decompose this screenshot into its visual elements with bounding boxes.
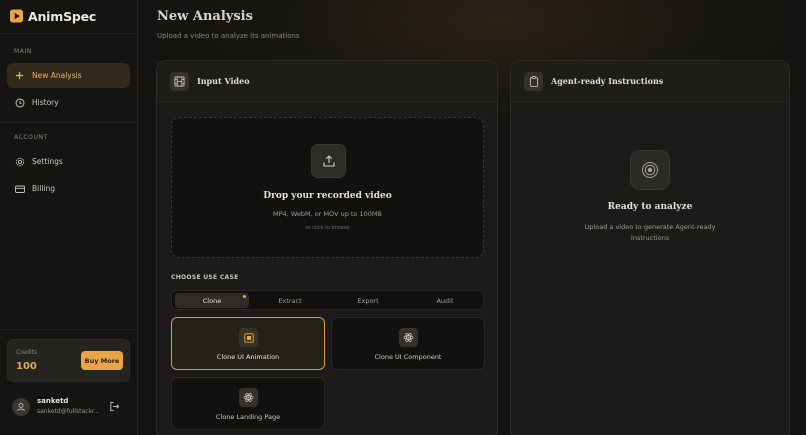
panel-header: Agent-ready Instructions xyxy=(511,61,789,102)
page-subtitle: Upload a video to analyze its animations xyxy=(157,32,300,40)
video-dropzone[interactable]: Drop your recorded video MP4, WebM, or M… xyxy=(171,117,484,258)
sidebar-item-billing[interactable]: Billing xyxy=(7,176,130,201)
use-case-label: CHOOSE USE CASE xyxy=(171,274,239,281)
avatar xyxy=(12,398,30,416)
tab-label: Extract xyxy=(278,296,302,305)
ready-description: Upload a video to generate Agent-ready I… xyxy=(584,223,716,242)
section-label-main: MAIN xyxy=(14,48,32,55)
sidebar-item-settings[interactable]: Settings xyxy=(7,149,130,174)
ready-title: Ready to analyze xyxy=(607,202,693,212)
input-video-panel: Input Video Drop your recorded video MP4… xyxy=(156,60,498,435)
app-name: AnimSpec xyxy=(28,8,97,24)
credits-label: Credits xyxy=(16,349,38,356)
dropzone-browse-hint[interactable]: or click to browse xyxy=(172,225,483,231)
film-icon xyxy=(170,72,189,91)
sidebar-divider xyxy=(0,33,138,34)
use-case-label-text: Clone UI Component xyxy=(374,353,442,361)
user-icon xyxy=(17,403,25,412)
panel-title: Input Video xyxy=(197,76,250,86)
gear-icon xyxy=(14,156,25,167)
dropzone-formats: MP4, WebM, or MOV up to 100MB xyxy=(273,210,382,218)
credits-value: 100 xyxy=(16,361,37,372)
user-email: sanketd@fullstackr... xyxy=(37,408,99,415)
app-logo[interactable]: AnimSpec xyxy=(10,8,96,24)
use-case-clone-ui-component[interactable]: Clone UI Component xyxy=(331,317,485,370)
buy-more-button[interactable]: Buy More xyxy=(81,351,123,370)
tab-export[interactable]: Export xyxy=(331,293,405,308)
active-indicator-dot xyxy=(243,295,246,298)
use-case-clone-ui-animation[interactable]: Clone UI Animation xyxy=(171,317,325,370)
sidebar-item-label: History xyxy=(32,98,59,107)
section-label-account: ACCOUNT xyxy=(14,134,48,141)
tab-extract[interactable]: Extract xyxy=(253,293,327,308)
credit-card-icon xyxy=(14,183,25,194)
sidebar-item-label: Billing xyxy=(32,184,55,193)
agent-instructions-panel: Agent-ready Instructions Ready to analyz… xyxy=(510,60,790,435)
play-logo-icon xyxy=(10,9,23,23)
use-case-clone-landing-page[interactable]: Clone Landing Page xyxy=(171,377,325,430)
sidebar-divider xyxy=(0,329,138,330)
atom-icon xyxy=(399,328,418,347)
tab-label: Export xyxy=(357,296,379,305)
sidebar-divider xyxy=(0,122,138,123)
sidebar-item-label: New Analysis xyxy=(32,71,82,80)
sidebar-item-history[interactable]: History xyxy=(7,90,130,115)
sidebar: AnimSpec MAIN New Analysis History ACCOU… xyxy=(0,0,138,435)
app-root: AnimSpec MAIN New Analysis History ACCOU… xyxy=(0,0,806,435)
logout-icon[interactable] xyxy=(109,401,120,412)
sidebar-item-label: Settings xyxy=(32,157,63,166)
clipboard-icon xyxy=(524,72,543,91)
tab-label: Clone xyxy=(202,296,222,305)
user-profile[interactable]: sanketd sanketd@fullstackr... xyxy=(12,395,132,419)
page-title: New Analysis xyxy=(157,9,253,24)
animation-frame-icon xyxy=(239,328,258,347)
target-icon xyxy=(630,150,670,190)
atom-icon xyxy=(239,388,258,407)
tab-label: Audit xyxy=(436,296,454,305)
dropzone-title: Drop your recorded video xyxy=(263,191,392,201)
clock-icon xyxy=(14,97,25,108)
use-case-label-text: Clone UI Animation xyxy=(216,353,280,361)
user-name: sanketd xyxy=(37,397,69,405)
sidebar-item-new-analysis[interactable]: New Analysis xyxy=(7,63,130,88)
panel-header: Input Video xyxy=(157,61,497,102)
use-case-label-text: Clone Landing Page xyxy=(215,413,281,421)
upload-icon xyxy=(311,144,346,178)
tab-audit[interactable]: Audit xyxy=(408,293,482,308)
plus-icon xyxy=(14,70,25,81)
tab-clone[interactable]: Clone xyxy=(175,293,249,308)
use-case-tabs: Clone Extract Export Audit xyxy=(171,290,484,310)
credits-card: Credits 100 Buy More xyxy=(7,339,130,382)
panel-title: Agent-ready Instructions xyxy=(551,76,664,86)
